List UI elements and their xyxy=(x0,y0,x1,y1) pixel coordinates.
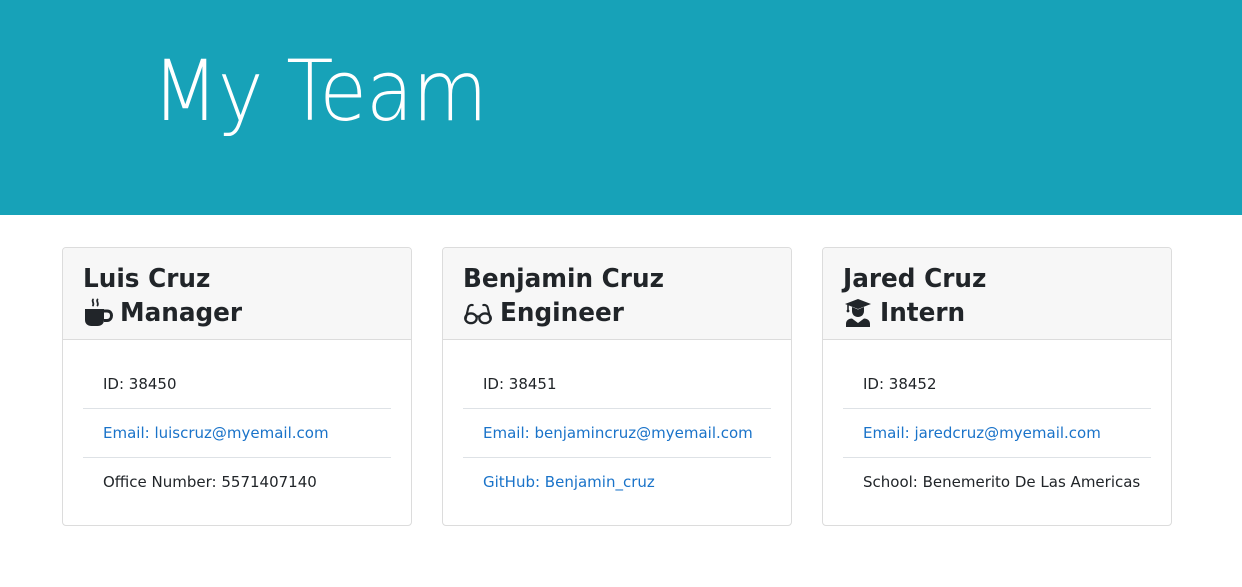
employee-role: Engineer xyxy=(463,296,630,330)
email-link[interactable]: Email: benjamincruz@myemail.com xyxy=(483,424,753,442)
role-label: Engineer xyxy=(500,298,624,328)
email-link[interactable]: Email: luiscruz@myemail.com xyxy=(103,424,329,442)
card-header: Benjamin Cruz Engineer xyxy=(443,248,791,340)
employee-card-engineer: Benjamin Cruz Engineer ID: 38451 Email: … xyxy=(442,247,792,526)
role-label: Intern xyxy=(880,298,966,328)
office-number: Office Number: 5571407140 xyxy=(103,473,317,491)
list-item-email: Email: luiscruz@myemail.com xyxy=(83,408,391,457)
employee-details: ID: 38452 Email: jaredcruz@myemail.com S… xyxy=(843,359,1151,506)
list-item-email: Email: jaredcruz@myemail.com xyxy=(843,408,1151,457)
email-link[interactable]: Email: jaredcruz@myemail.com xyxy=(863,424,1101,442)
employee-card-manager: Luis Cruz Manager ID: 38450 Email: luisc… xyxy=(62,247,412,526)
card-header: Luis Cruz Manager xyxy=(63,248,411,340)
list-item-email: Email: benjamincruz@myemail.com xyxy=(463,408,771,457)
employee-id: ID: 38450 xyxy=(103,374,177,393)
page-title: My Team xyxy=(152,42,488,140)
list-item-id: ID: 38450 xyxy=(83,359,391,408)
employee-role: Intern xyxy=(843,296,970,330)
employee-name: Benjamin Cruz xyxy=(463,264,664,294)
glasses-icon xyxy=(463,298,493,328)
list-item-github: GitHub: Benjamin_cruz xyxy=(463,457,771,506)
list-item-id: ID: 38451 xyxy=(463,359,771,408)
employee-id: ID: 38451 xyxy=(483,374,557,393)
list-item-school: School: Benemerito De Las Americas xyxy=(843,457,1151,506)
github-link[interactable]: GitHub: Benjamin_cruz xyxy=(483,473,655,491)
employee-details: ID: 38451 Email: benjamincruz@myemail.co… xyxy=(463,359,771,506)
employee-details: ID: 38450 Email: luiscruz@myemail.com Of… xyxy=(83,359,391,506)
card-header: Jared Cruz Intern xyxy=(823,248,1171,340)
list-item-id: ID: 38452 xyxy=(843,359,1151,408)
header-banner: My Team xyxy=(0,0,1242,215)
employee-id: ID: 38452 xyxy=(863,374,937,393)
employee-card-intern: Jared Cruz Intern ID: 38452 Email: jared… xyxy=(822,247,1172,526)
role-label: Manager xyxy=(120,298,243,328)
employee-name: Jared Cruz xyxy=(843,264,987,294)
employee-role: Manager xyxy=(83,296,249,330)
team-cards: Luis Cruz Manager ID: 38450 Email: luisc… xyxy=(0,247,1242,527)
employee-name: Luis Cruz xyxy=(83,264,211,294)
school-name: School: Benemerito De Las Americas xyxy=(863,473,1141,491)
user-graduate-icon xyxy=(843,298,873,328)
coffee-icon xyxy=(83,298,113,328)
list-item-office: Office Number: 5571407140 xyxy=(83,457,391,506)
